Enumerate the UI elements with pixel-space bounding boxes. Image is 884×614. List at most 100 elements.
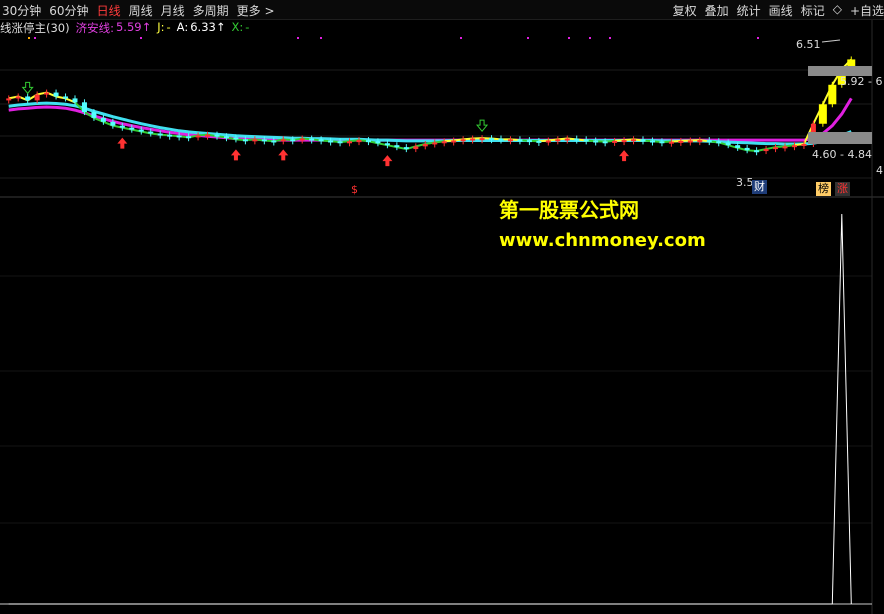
signal-dot <box>609 37 611 39</box>
signal-dot <box>28 37 30 39</box>
signal-dot <box>757 37 759 39</box>
candle-body <box>659 141 665 144</box>
candle-body <box>242 139 248 142</box>
candle-body <box>205 134 211 137</box>
candle-body <box>678 140 684 143</box>
candle-body <box>347 141 353 144</box>
candle-body <box>15 96 21 99</box>
candle-body <box>451 140 457 143</box>
candle-body <box>233 137 239 140</box>
candle-body <box>668 141 674 144</box>
magenta-ma-line <box>8 97 853 142</box>
kline-chart[interactable] <box>0 0 884 614</box>
candle-body <box>44 92 50 95</box>
candle-body <box>697 140 703 143</box>
signal-dot <box>460 37 462 39</box>
candle-body <box>138 129 144 132</box>
watermark-title: 第一股票公式网 <box>499 198 639 222</box>
sell-arrow-icon <box>21 81 34 95</box>
signal-dot <box>589 37 591 39</box>
candle-body <box>460 139 466 142</box>
candle-body <box>328 140 334 143</box>
candle-body <box>631 139 637 142</box>
candle-body <box>413 146 419 150</box>
candle-body <box>53 92 59 97</box>
candle-body <box>100 117 106 122</box>
candle-body <box>782 146 788 149</box>
candle-body <box>318 139 324 142</box>
watermark-url: www.chnmoney.com <box>499 230 706 251</box>
candle-body <box>375 141 381 144</box>
finance-marker[interactable]: 财 <box>752 180 767 194</box>
candle-body <box>148 131 154 134</box>
candle-body <box>593 140 599 143</box>
signal-dot <box>140 37 142 39</box>
candle-body <box>309 138 315 141</box>
buy-arrow-icon <box>278 149 289 161</box>
candle-body <box>555 139 561 142</box>
candle-body <box>384 143 390 146</box>
candle-body <box>526 140 532 143</box>
limit-up-marker[interactable]: 涨 <box>835 182 850 196</box>
buy-arrow-icon <box>382 155 393 167</box>
candle-body <box>214 134 220 137</box>
candle-body <box>129 127 135 130</box>
cyan-ma-line <box>8 101 852 146</box>
candle-body <box>621 140 627 143</box>
sell-arrow-icon <box>475 119 489 132</box>
candle-body <box>545 140 551 143</box>
candle-body <box>422 144 428 147</box>
candle-body <box>479 138 485 141</box>
candle-body <box>763 149 769 152</box>
signal-dot <box>297 37 299 39</box>
candle-body <box>706 140 712 143</box>
candle-body <box>716 141 722 144</box>
buy-arrow-icon <box>619 150 630 162</box>
candle-body <box>223 136 229 139</box>
dollar-marker: $ <box>351 183 358 196</box>
candle-body <box>186 136 192 139</box>
candle-body <box>337 141 343 144</box>
candle-body <box>470 138 476 141</box>
candle-body <box>640 139 646 142</box>
candle-body <box>261 139 267 142</box>
high-price-pointer <box>821 39 841 43</box>
candle-body <box>72 98 78 103</box>
candle-body <box>91 112 97 118</box>
candle-body <box>791 145 797 148</box>
candle-body <box>602 141 608 144</box>
high-price-label: 6.51 <box>796 38 821 51</box>
buy-arrow-icon <box>117 137 128 149</box>
candle-body <box>498 138 504 141</box>
candle-body <box>176 135 182 138</box>
candle-body <box>574 138 580 141</box>
buy-arrow-icon <box>230 149 241 161</box>
price-box-lower <box>808 132 872 144</box>
candle-body <box>195 135 201 138</box>
candle-body <box>441 141 447 144</box>
candle-body <box>25 96 31 101</box>
box-upper-label: 5.92 - 6 <box>840 75 883 88</box>
candle-body <box>754 150 760 153</box>
candle-body <box>725 142 731 146</box>
candle-body <box>81 102 87 113</box>
candle-body <box>489 138 495 141</box>
candle-body <box>507 139 513 142</box>
signal-dot <box>527 37 529 39</box>
candle-body <box>157 133 163 136</box>
candle-body <box>828 84 837 105</box>
candle-body <box>280 139 286 142</box>
candle-body <box>6 98 12 101</box>
candle-body <box>403 147 409 150</box>
candle-body <box>365 140 371 143</box>
candle-body <box>818 104 827 124</box>
ranking-marker[interactable]: 榜 <box>816 182 831 196</box>
candle-body <box>290 139 296 142</box>
candle-body <box>744 147 750 151</box>
candle-body <box>649 140 655 143</box>
right-axis-tick: 4 <box>876 164 883 177</box>
candle-body <box>735 145 741 148</box>
candle-body <box>773 147 779 150</box>
candle-body <box>612 140 618 143</box>
candle-body <box>583 139 589 142</box>
